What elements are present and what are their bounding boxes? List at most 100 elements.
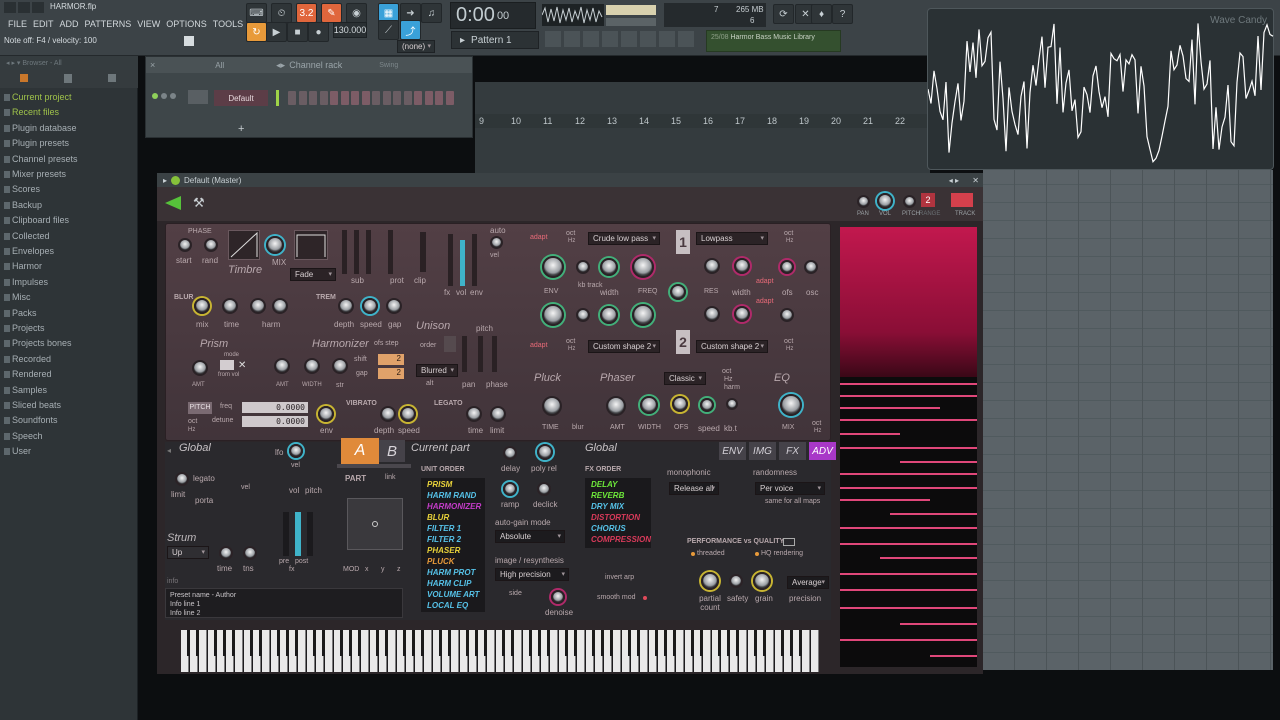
legato-limit-knob[interactable] bbox=[490, 406, 506, 422]
resynth-select[interactable]: High precision bbox=[495, 568, 569, 581]
browser-item[interactable]: Plugin presets bbox=[3, 138, 69, 148]
prot-slider[interactable] bbox=[366, 230, 371, 274]
step-button[interactable] bbox=[414, 91, 422, 105]
filter1-width-knob[interactable] bbox=[600, 258, 618, 276]
filter1-env-knob[interactable] bbox=[542, 256, 564, 278]
plugin-arrow-icon[interactable] bbox=[165, 196, 181, 210]
tempo-display[interactable]: 130.000 bbox=[333, 22, 367, 38]
step-button[interactable] bbox=[330, 91, 338, 105]
filter1-res-knob[interactable] bbox=[704, 258, 720, 274]
menu-tools[interactable]: TOOLS bbox=[213, 19, 243, 29]
browser-toolbar[interactable] bbox=[0, 70, 138, 88]
harmonizer-shift-value[interactable]: 2 bbox=[378, 354, 404, 365]
menu-view[interactable]: VIEW bbox=[137, 19, 160, 29]
stop-button[interactable]: ■ bbox=[287, 22, 308, 42]
unison-pan-slider[interactable] bbox=[462, 336, 467, 372]
delay-knob[interactable] bbox=[503, 446, 517, 460]
harmonizer-width-knob[interactable] bbox=[304, 358, 320, 374]
browser-item[interactable]: Impulses bbox=[3, 277, 48, 287]
microphone-icon[interactable]: ♦ bbox=[811, 4, 832, 24]
partial-count-knob[interactable] bbox=[701, 572, 719, 590]
prism-amt-knob[interactable] bbox=[192, 360, 208, 376]
timbre-mix-knob[interactable] bbox=[266, 236, 284, 254]
unit-order-item[interactable]: VOLUME ART bbox=[427, 590, 479, 599]
global-fx-fader[interactable] bbox=[307, 512, 313, 556]
strum-time-knob[interactable] bbox=[219, 546, 233, 560]
phaser-kbt-knob[interactable] bbox=[726, 398, 738, 410]
browser-item[interactable]: Packs bbox=[4, 308, 37, 318]
filter2-type-select[interactable]: Lowpass bbox=[696, 232, 768, 245]
pattern-selector[interactable]: ▸ Pattern 1 bbox=[451, 31, 539, 49]
denoise-knob[interactable] bbox=[551, 590, 565, 604]
reset-icon[interactable]: ⟳ bbox=[773, 4, 794, 24]
step-button[interactable] bbox=[340, 91, 349, 105]
snap-select[interactable]: (none) bbox=[397, 40, 435, 53]
fx-order-item[interactable]: CHORUS bbox=[591, 524, 626, 533]
unison-phase-slider[interactable] bbox=[492, 336, 497, 372]
metronome-icon[interactable]: ⏲ bbox=[271, 3, 292, 23]
legato-time-knob[interactable] bbox=[466, 406, 482, 422]
browser-header[interactable]: ◂ ▸ ▾ Browser - All bbox=[0, 56, 138, 70]
filter2-kbtrack-knob[interactable] bbox=[576, 308, 590, 322]
menu-file[interactable]: FILE bbox=[8, 19, 27, 29]
browser-item[interactable]: Sliced beats bbox=[3, 400, 61, 410]
randomness-select[interactable]: Per voice bbox=[755, 482, 825, 495]
unit-order-item[interactable]: HARM RAND bbox=[427, 491, 476, 500]
step-button[interactable] bbox=[393, 91, 401, 105]
vibrato-depth-knob[interactable] bbox=[380, 406, 396, 422]
bell-icon[interactable]: ♫ bbox=[421, 3, 442, 23]
prism-mode-toggle[interactable] bbox=[220, 360, 234, 370]
global-tab-env[interactable]: ENV bbox=[719, 442, 746, 460]
xy-pad-cursor[interactable] bbox=[372, 521, 378, 527]
browser-item[interactable]: Projects bones bbox=[4, 338, 72, 348]
unit-order-item[interactable]: HARM CLIP bbox=[427, 579, 471, 588]
piano-white-key[interactable] bbox=[703, 630, 711, 672]
piano-white-key[interactable] bbox=[262, 630, 270, 672]
browser-item[interactable]: Recorded bbox=[3, 354, 51, 364]
piano-white-key[interactable] bbox=[577, 630, 585, 672]
piano-white-key[interactable] bbox=[424, 630, 432, 672]
step-button[interactable] bbox=[288, 91, 296, 105]
filter-mix-knob[interactable] bbox=[670, 284, 686, 300]
pitch-env-knob[interactable] bbox=[318, 406, 334, 422]
filter1-freq-knob[interactable] bbox=[632, 256, 654, 278]
volume-knob[interactable] bbox=[877, 193, 893, 209]
browser-item[interactable]: Scores bbox=[3, 184, 40, 194]
filter2-width-knob[interactable] bbox=[600, 306, 618, 324]
xy-morph-pad[interactable] bbox=[347, 498, 403, 550]
step-edit-icon[interactable]: ✎ bbox=[321, 3, 342, 23]
browser-item[interactable]: Samples bbox=[3, 385, 47, 395]
unit-order-item[interactable]: PHASER bbox=[427, 546, 460, 555]
piano-icon[interactable] bbox=[184, 36, 194, 46]
browser-item[interactable]: Soundfonts bbox=[4, 415, 58, 425]
piano-white-key[interactable] bbox=[199, 630, 207, 672]
fx-order-item[interactable]: COMPRESSION bbox=[591, 535, 651, 544]
blur-time-knob[interactable] bbox=[222, 298, 238, 314]
eq-mix-knob[interactable] bbox=[780, 394, 802, 416]
menu-patterns[interactable]: PATTERNS bbox=[85, 19, 132, 29]
pitch-freq-value[interactable]: 0.0000 bbox=[242, 402, 308, 413]
browser-item[interactable]: Harmor bbox=[3, 261, 42, 271]
harmonizer-gap-value[interactable]: 2 bbox=[378, 368, 404, 379]
monophonic-select[interactable]: Release all bbox=[669, 482, 719, 495]
unit-order-item[interactable]: LOCAL EQ bbox=[427, 601, 468, 610]
record-button[interactable]: ● bbox=[308, 22, 329, 42]
harmonizer-amt-knob[interactable] bbox=[274, 358, 290, 374]
piano-white-key[interactable] bbox=[550, 630, 558, 672]
menu-add[interactable]: ADD bbox=[60, 19, 79, 29]
sub-slider-2[interactable] bbox=[354, 230, 359, 274]
channel-button-default[interactable]: Default bbox=[214, 90, 268, 106]
ramp-knob[interactable] bbox=[503, 482, 517, 496]
help-icon[interactable]: ? bbox=[832, 4, 853, 24]
filter2-ofs-knob[interactable] bbox=[780, 308, 794, 322]
clip-slider[interactable] bbox=[388, 230, 393, 274]
vol-slider[interactable] bbox=[460, 240, 465, 286]
menu-edit[interactable]: EDIT bbox=[33, 19, 54, 29]
pattern-number[interactable]: 3.2 bbox=[296, 3, 317, 23]
news-panel[interactable]: 25/08 Harmor Bass Music Library bbox=[706, 30, 841, 52]
menu-options[interactable]: OPTIONS bbox=[166, 19, 207, 29]
prism-close-icon[interactable]: ✕ bbox=[238, 360, 246, 371]
line-tool-icon[interactable]: ⟋ bbox=[378, 20, 399, 40]
piano-white-key[interactable] bbox=[811, 630, 819, 672]
performance-toggle[interactable] bbox=[783, 538, 795, 546]
